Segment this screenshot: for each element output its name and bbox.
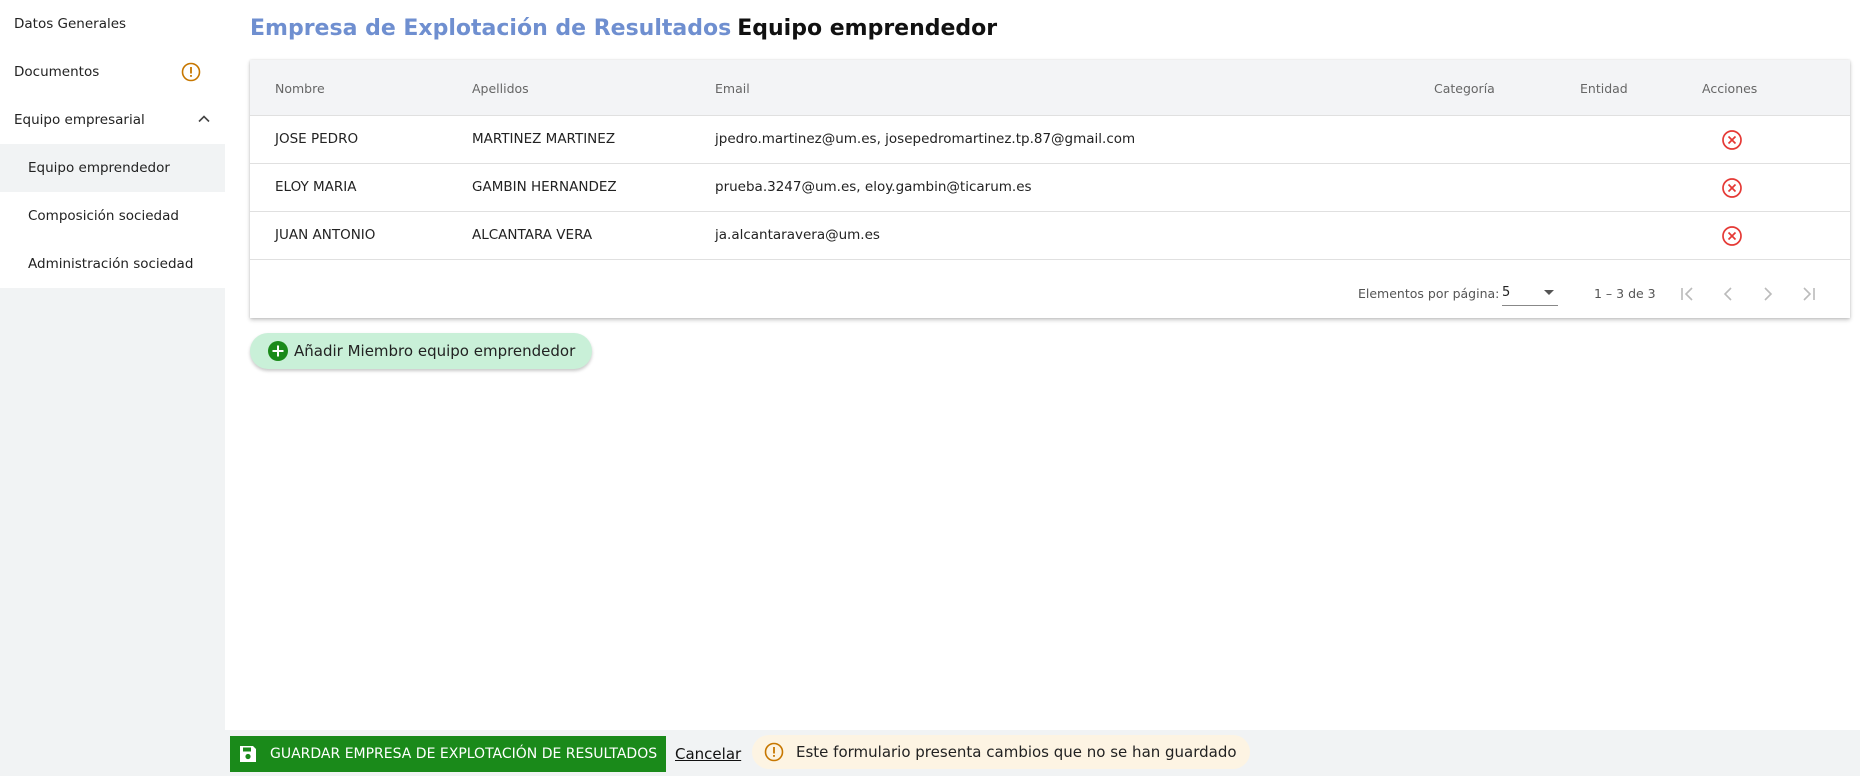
column-header-apellidos: Apellidos: [472, 81, 529, 96]
delete-member-icon[interactable]: [1721, 129, 1743, 151]
floppy-disk-icon: [240, 746, 256, 762]
column-header-nombre: Nombre: [275, 81, 325, 96]
cell-apellidos: GAMBIN HERNANDEZ: [472, 179, 617, 195]
save-button-label: GUARDAR EMPRESA DE EXPLOTACIÓN DE RESULT…: [270, 746, 658, 762]
breadcrumb-section: Empresa de Explotación de Resultados: [250, 16, 732, 41]
main-content: Empresa de Explotación de Resultados Equi…: [225, 0, 1860, 730]
cell-nombre: JUAN ANTONIO: [275, 227, 376, 243]
sidebar-item-administracion-sociedad[interactable]: Administración sociedad: [0, 240, 225, 288]
add-member-button[interactable]: Añadir Miembro equipo emprendedor: [250, 333, 593, 369]
column-header-entidad: Entidad: [1580, 81, 1628, 96]
paginator: Elementos por página: 5 1 – 3 de 3: [250, 270, 1850, 318]
table-row: ELOY MARIA GAMBIN HERNANDEZ prueba.3247@…: [250, 164, 1850, 212]
last-page-icon[interactable]: [1796, 282, 1820, 306]
form-footer: GUARDAR EMPRESA DE EXPLOTACIÓN DE RESULT…: [225, 730, 1860, 776]
cell-email: prueba.3247@um.es, eloy.gambin@ticarum.e…: [715, 179, 1032, 195]
sidebar-item-composicion-sociedad[interactable]: Composición sociedad: [0, 192, 225, 240]
table-row: JOSE PEDRO MARTINEZ MARTINEZ jpedro.mart…: [250, 116, 1850, 164]
cell-apellidos: ALCANTARA VERA: [472, 227, 593, 243]
table-row: JUAN ANTONIO ALCANTARA VERA ja.alcantara…: [250, 212, 1850, 260]
sidebar-item-label: Composición sociedad: [28, 208, 179, 224]
sidebar-item-label: Datos Generales: [14, 16, 127, 32]
sidebar-item-label: Administración sociedad: [28, 256, 194, 272]
sidebar-menu: Datos Generales Documentos Equipo empres…: [0, 0, 225, 288]
first-page-icon[interactable]: [1676, 282, 1700, 306]
sidebar-item-label: Documentos: [14, 64, 100, 80]
dropdown-arrow-icon: [1544, 290, 1554, 295]
cell-nombre: JOSE PEDRO: [275, 131, 359, 147]
page-size-label: Elementos por página:: [1358, 286, 1500, 301]
members-table: Nombre Apellidos Email Categoría Entidad…: [250, 60, 1850, 318]
unsaved-message: Este formulario presenta cambios que no …: [796, 743, 1237, 761]
delete-member-icon[interactable]: [1721, 225, 1743, 247]
table-header: Nombre Apellidos Email Categoría Entidad…: [250, 60, 1850, 116]
page-size-value: 5: [1502, 285, 1511, 300]
page-range: 1 – 3 de 3: [1594, 286, 1656, 301]
save-button[interactable]: GUARDAR EMPRESA DE EXPLOTACIÓN DE RESULT…: [230, 736, 666, 772]
cancel-link[interactable]: Cancelar: [675, 745, 741, 763]
cell-email: ja.alcantaravera@um.es: [715, 227, 880, 243]
previous-page-icon[interactable]: [1716, 282, 1740, 306]
column-header-categoria: Categoría: [1434, 81, 1495, 96]
cell-apellidos: MARTINEZ MARTINEZ: [472, 131, 616, 147]
cell-nombre: ELOY MARIA: [275, 179, 357, 195]
sidebar-item-equipo-empresarial[interactable]: Equipo empresarial: [0, 96, 225, 144]
cell-email: jpedro.martinez@um.es, josepedromartinez…: [715, 131, 1136, 147]
sidebar: Datos Generales Documentos Equipo empres…: [0, 0, 225, 776]
unsaved-changes-banner: Este formulario presenta cambios que no …: [752, 735, 1250, 769]
column-header-email: Email: [715, 81, 750, 96]
sidebar-item-label: Equipo empresarial: [14, 112, 145, 128]
warning-icon: [764, 742, 784, 762]
page-title: Empresa de Explotación de Resultados Equi…: [250, 16, 997, 41]
sidebar-item-documentos[interactable]: Documentos: [0, 48, 225, 96]
column-header-acciones: Acciones: [1702, 81, 1758, 96]
next-page-icon[interactable]: [1756, 282, 1780, 306]
page-title-text: Equipo emprendedor: [737, 16, 998, 41]
sidebar-item-datos-generales[interactable]: Datos Generales: [0, 0, 225, 48]
delete-member-icon[interactable]: [1721, 177, 1743, 199]
warning-icon: [181, 62, 201, 82]
chevron-up-icon[interactable]: [197, 112, 211, 126]
sidebar-item-equipo-emprendedor[interactable]: Equipo emprendedor: [0, 144, 225, 192]
add-member-label: Añadir Miembro equipo emprendedor: [294, 342, 576, 360]
add-circle-icon: [268, 341, 288, 361]
page-size-select[interactable]: 5: [1502, 280, 1558, 306]
sidebar-item-label: Equipo emprendedor: [28, 160, 170, 176]
